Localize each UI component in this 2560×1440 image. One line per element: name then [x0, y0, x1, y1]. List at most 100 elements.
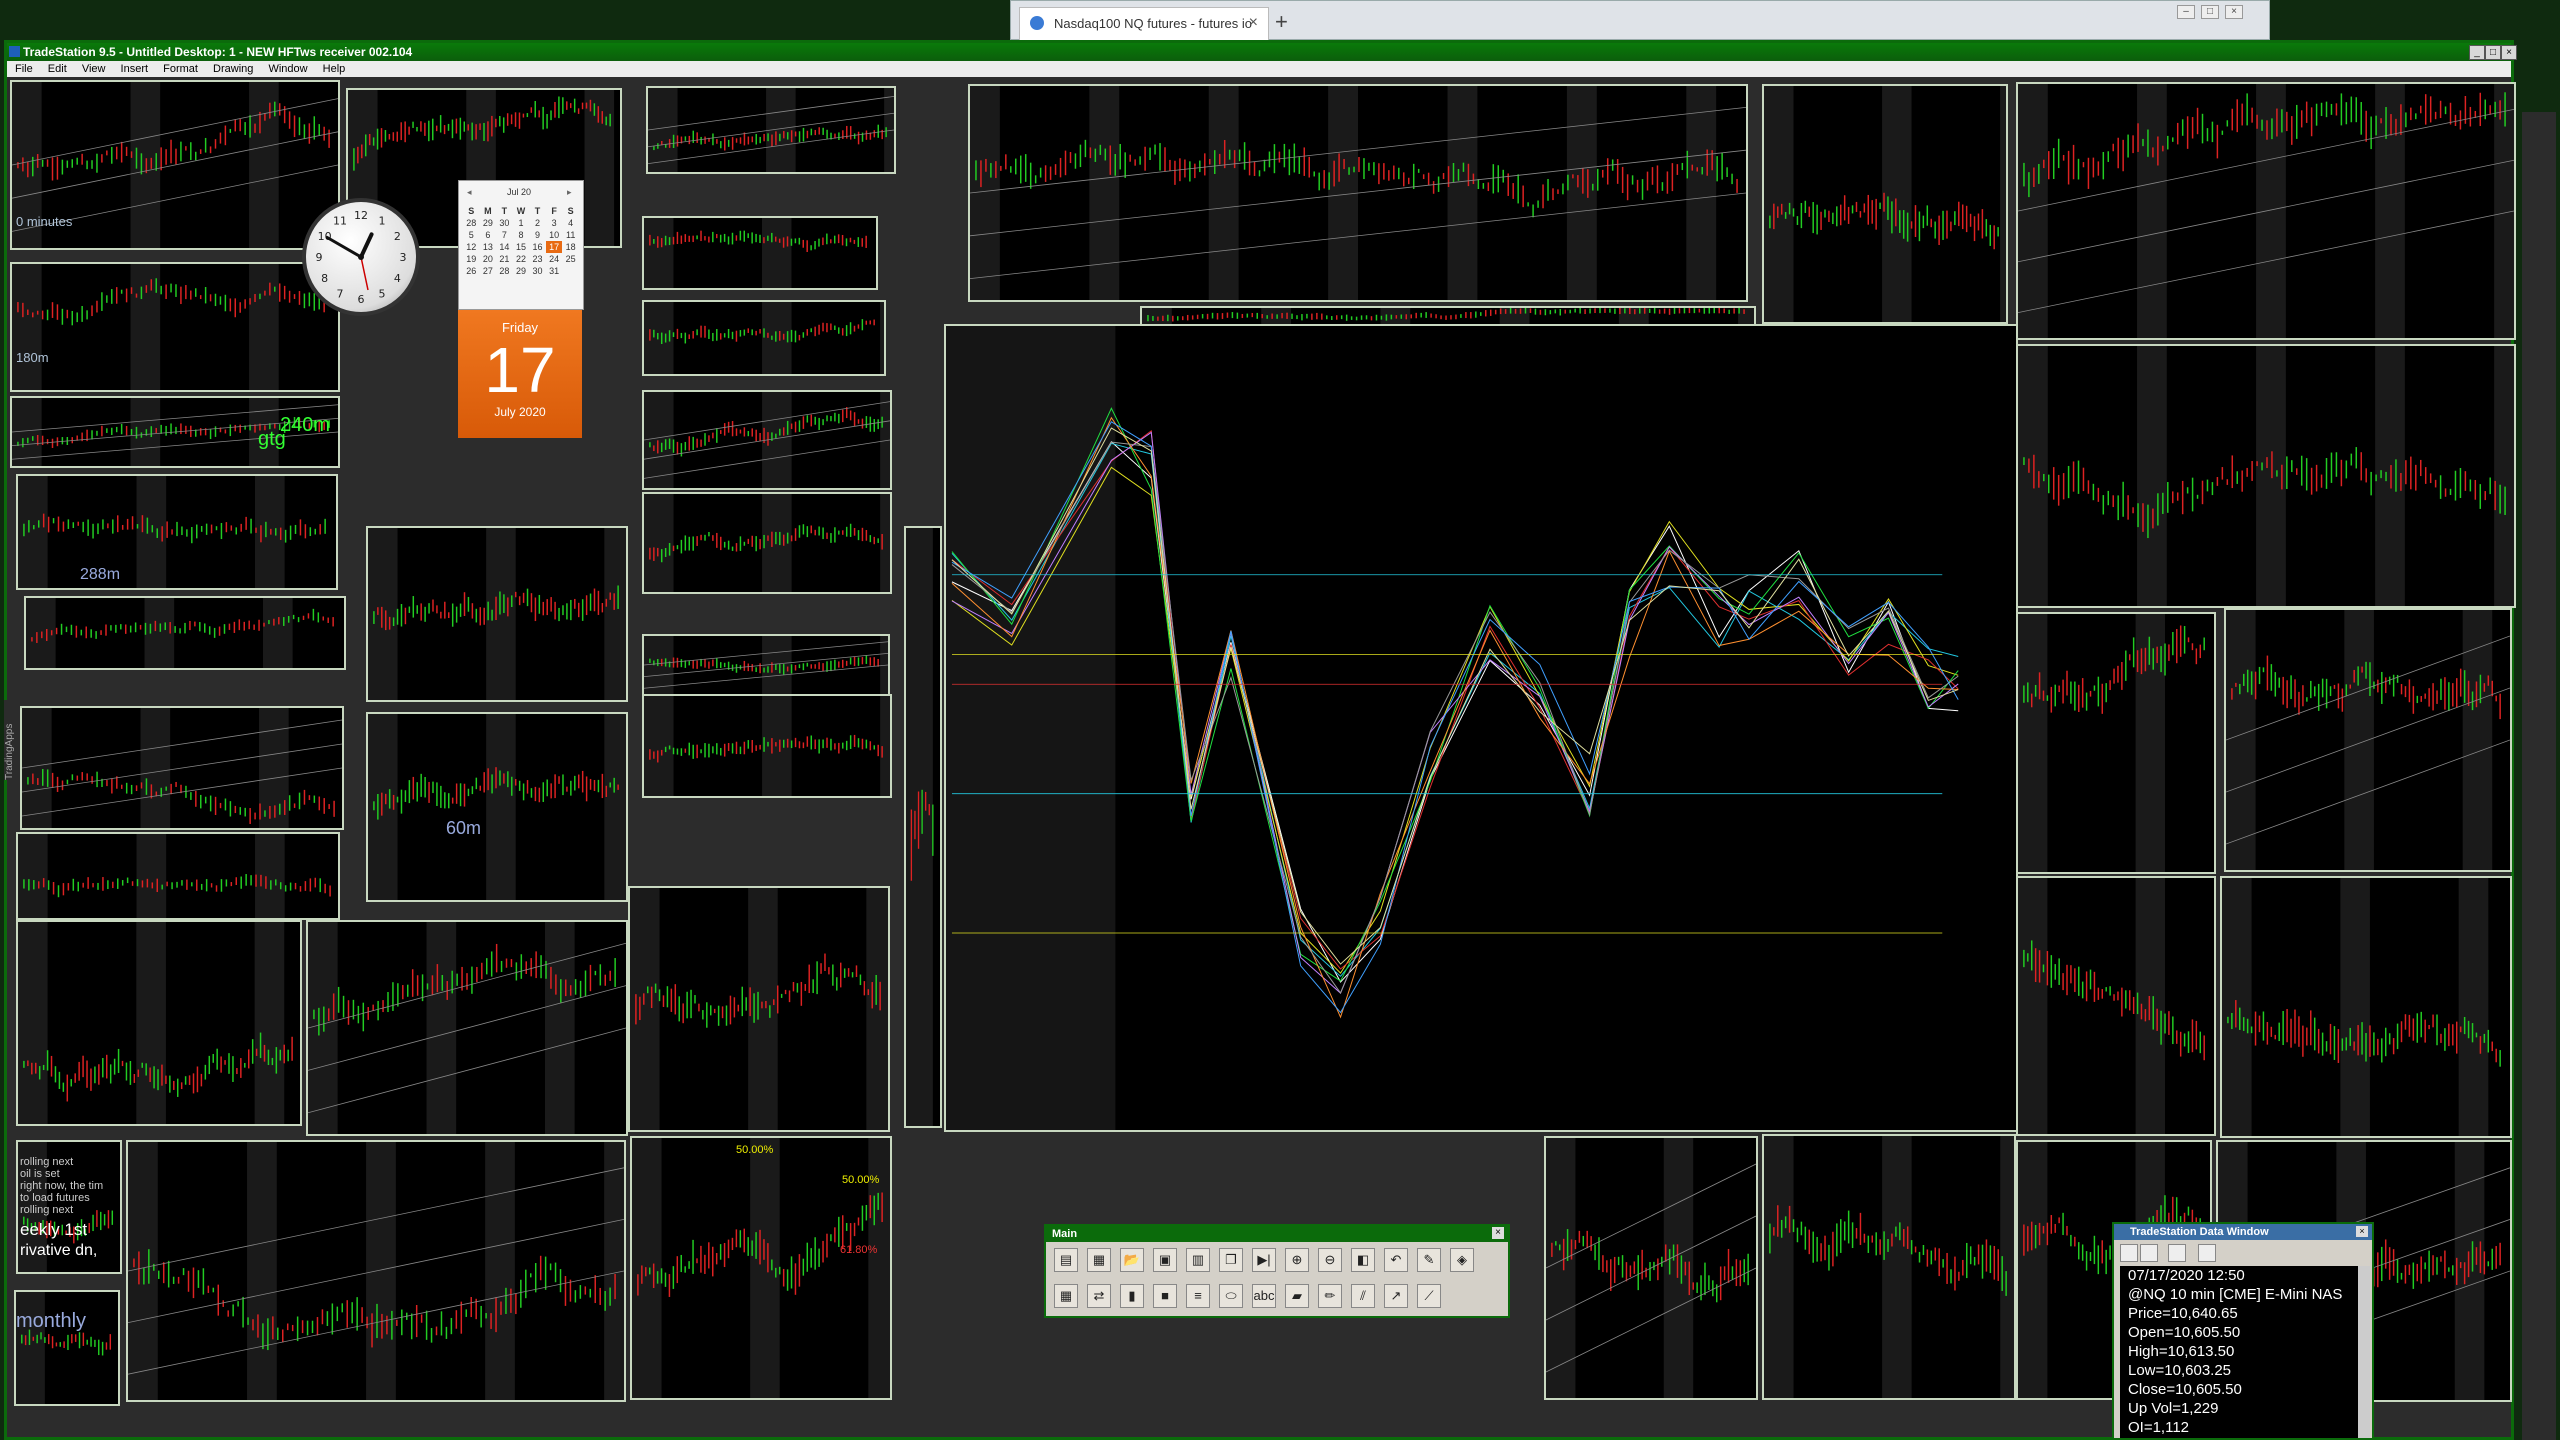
calendar-day[interactable]: 26 — [463, 265, 480, 277]
calendar-day[interactable]: 20 — [480, 253, 497, 265]
text-tool-icon[interactable]: abc — [1252, 1284, 1276, 1308]
close-tab-icon[interactable]: × — [1249, 14, 1258, 32]
main-overlay-chart[interactable] — [944, 324, 2018, 1132]
chart-pane[interactable] — [24, 596, 346, 670]
drawing-tools-icon[interactable]: ✎ — [1417, 1248, 1441, 1272]
chart-pane[interactable] — [1762, 84, 2008, 324]
calendar-day[interactable]: 4 — [562, 217, 579, 229]
chart-pane[interactable] — [16, 920, 302, 1126]
chart-pane[interactable] — [904, 526, 942, 1128]
browser-minimize-button[interactable]: – — [2177, 5, 2195, 19]
chart-pane[interactable] — [642, 634, 890, 696]
calendar-gadget[interactable]: ◂ Jul 20 ▸ S M T W T F S 28 29 30 1 2 3 4 5 6 7 8 9 10 11 12 1… — [458, 180, 584, 310]
chart-pane[interactable] — [366, 712, 628, 902]
menu-drawing[interactable]: Drawing — [213, 63, 253, 75]
calendar-day[interactable]: 10 — [546, 229, 563, 241]
calendar-day[interactable]: 14 — [496, 241, 513, 253]
menu-window[interactable]: Window — [268, 63, 307, 75]
calendar-day[interactable]: 21 — [496, 253, 513, 265]
maximize-button[interactable]: □ — [2485, 45, 2501, 60]
open-folder-icon[interactable]: 📂 — [1120, 1248, 1144, 1272]
menu-file[interactable]: File — [15, 63, 33, 75]
chart-pane[interactable] — [642, 390, 892, 490]
close-button[interactable]: × — [2501, 45, 2517, 60]
chart-pane[interactable] — [2016, 344, 2516, 608]
new-tab-button[interactable]: + — [1275, 9, 1288, 35]
calendar-day[interactable]: 16 — [529, 241, 546, 253]
chart-pane[interactable] — [2220, 876, 2512, 1138]
grid-icon[interactable] — [2168, 1244, 2186, 1262]
chart-pane[interactable] — [20, 706, 344, 830]
chart-pane[interactable] — [2016, 612, 2216, 874]
highlighter-icon[interactable]: ▰ — [1285, 1284, 1309, 1308]
calendar-day[interactable]: 23 — [529, 253, 546, 265]
desktop-scrollbar[interactable] — [2522, 112, 2556, 1440]
chart-pane[interactable] — [126, 1140, 626, 1402]
calendar-day[interactable]: 13 — [480, 241, 497, 253]
chart-pane[interactable] — [642, 492, 892, 594]
calendar-day[interactable]: 12 — [463, 241, 480, 253]
tradingapps-tab[interactable]: TradingApps — [4, 700, 18, 780]
calendar-day[interactable]: 7 — [496, 229, 513, 241]
save-icon[interactable] — [2120, 1244, 2138, 1262]
table-icon[interactable]: ▦ — [1054, 1284, 1078, 1308]
calendar-day[interactable]: 17 — [545, 241, 563, 253]
calendar-day[interactable]: 31 — [546, 265, 563, 277]
lines-icon[interactable]: ≡ — [1186, 1284, 1210, 1308]
calendar-day[interactable]: 19 — [463, 253, 480, 265]
calendar-day[interactable]: 9 — [529, 229, 546, 241]
chart-pane[interactable] — [642, 300, 886, 376]
chart-pane[interactable] — [2224, 608, 2512, 872]
chart-pane[interactable] — [16, 832, 340, 920]
next-month-icon[interactable]: ▸ — [567, 187, 572, 198]
window-icon[interactable] — [2198, 1244, 2216, 1262]
chart-pane[interactable] — [642, 216, 878, 290]
ellipse-icon[interactable]: ⬭ — [1219, 1284, 1243, 1308]
chart-pane[interactable] — [646, 86, 896, 174]
browser-maximize-button[interactable]: □ — [2201, 5, 2219, 19]
calendar-day[interactable]: 3 — [546, 217, 563, 229]
chart-pane[interactable] — [628, 886, 890, 1132]
chart-pane[interactable] — [1544, 1136, 1758, 1400]
browser-tab[interactable]: Nasdaq100 NQ futures - futures io × — [1019, 7, 1269, 41]
data-window-close-button[interactable]: × — [2356, 1226, 2368, 1237]
calendar-day[interactable]: 5 — [463, 229, 480, 241]
menu-insert[interactable]: Insert — [121, 63, 149, 75]
color-chart-icon[interactable]: ◧ — [1351, 1248, 1375, 1272]
prev-month-icon[interactable]: ◂ — [467, 187, 472, 198]
calendar-day[interactable]: 30 — [496, 217, 513, 229]
save-all-icon[interactable]: ▣ — [1153, 1248, 1177, 1272]
indicator-icon[interactable]: ◈ — [1450, 1248, 1474, 1272]
calendar-day[interactable]: 2 — [529, 217, 546, 229]
chart-pane[interactable] — [1762, 1134, 2016, 1400]
undo-icon[interactable]: ↶ — [1384, 1248, 1408, 1272]
chart-pane[interactable] — [16, 474, 338, 590]
fib-icon[interactable]: ⫽ — [1351, 1284, 1375, 1308]
toolbar-close-button[interactable]: × — [1492, 1227, 1504, 1239]
chart-pane[interactable] — [642, 694, 892, 798]
data-window-scrollbar[interactable] — [2358, 1266, 2370, 1438]
calendar-day[interactable]: 8 — [513, 229, 530, 241]
chart-pane[interactable] — [366, 526, 628, 702]
print-icon[interactable] — [2140, 1244, 2158, 1262]
calendar-day[interactable]: 11 — [562, 229, 579, 241]
trend-icon[interactable]: ↗ — [1384, 1284, 1408, 1308]
calendar-day[interactable]: 18 — [562, 241, 579, 253]
copy-icon[interactable]: ❐ — [1219, 1248, 1243, 1272]
calendar-day[interactable]: 24 — [546, 253, 563, 265]
insert-chart-icon[interactable]: ▤ — [1054, 1248, 1078, 1272]
menu-format[interactable]: Format — [163, 63, 198, 75]
minimize-button[interactable]: _ — [2469, 45, 2485, 60]
calendar-day[interactable]: 6 — [480, 229, 497, 241]
zoom-in-icon[interactable]: ⊕ — [1285, 1248, 1309, 1272]
chart-pane[interactable] — [14, 1290, 120, 1406]
calendar-day[interactable]: 29 — [480, 217, 497, 229]
calendar-day[interactable]: 27 — [480, 265, 497, 277]
candlestick-icon[interactable]: ▮ — [1120, 1284, 1144, 1308]
chart-pane[interactable] — [306, 920, 628, 1136]
chart-pane[interactable] — [968, 84, 1748, 302]
menu-edit[interactable]: Edit — [48, 63, 67, 75]
calendar-day[interactable]: 15 — [513, 241, 530, 253]
chart-pane[interactable] — [2016, 876, 2216, 1136]
calendar-day[interactable]: 29 — [513, 265, 530, 277]
